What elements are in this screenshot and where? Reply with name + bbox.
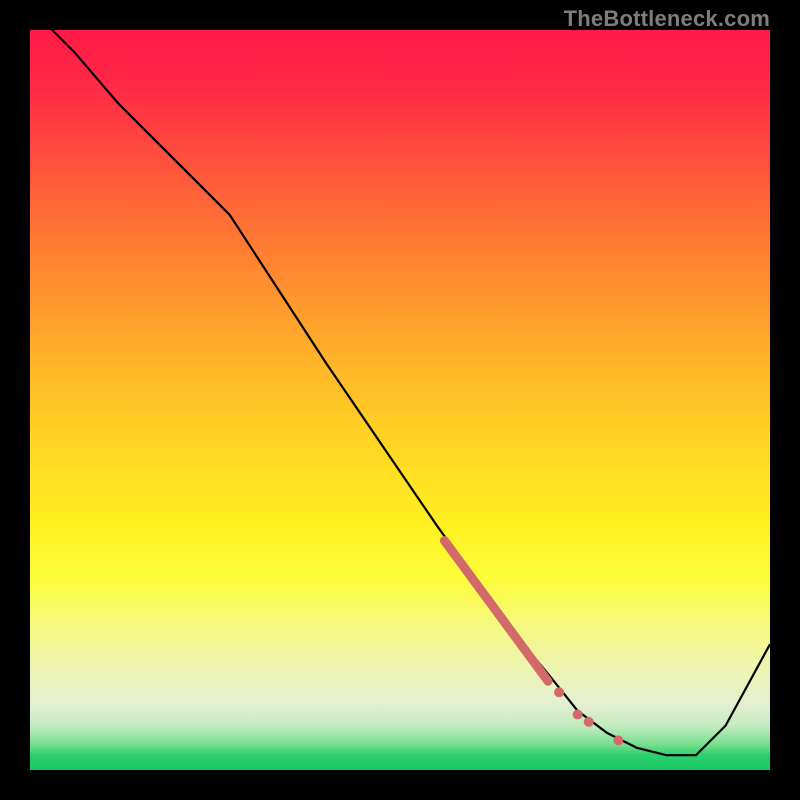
chart-svg [30, 30, 770, 770]
data-marker [554, 687, 564, 697]
highlight-thick-segment [444, 541, 548, 682]
data-marker [613, 735, 623, 745]
watermark-text: TheBottleneck.com [564, 6, 770, 32]
curve-group [52, 30, 770, 755]
outer-frame: TheBottleneck.com [0, 0, 800, 800]
data-marker [584, 717, 594, 727]
bottleneck-curve-path [52, 30, 770, 755]
data-marker [573, 710, 583, 720]
